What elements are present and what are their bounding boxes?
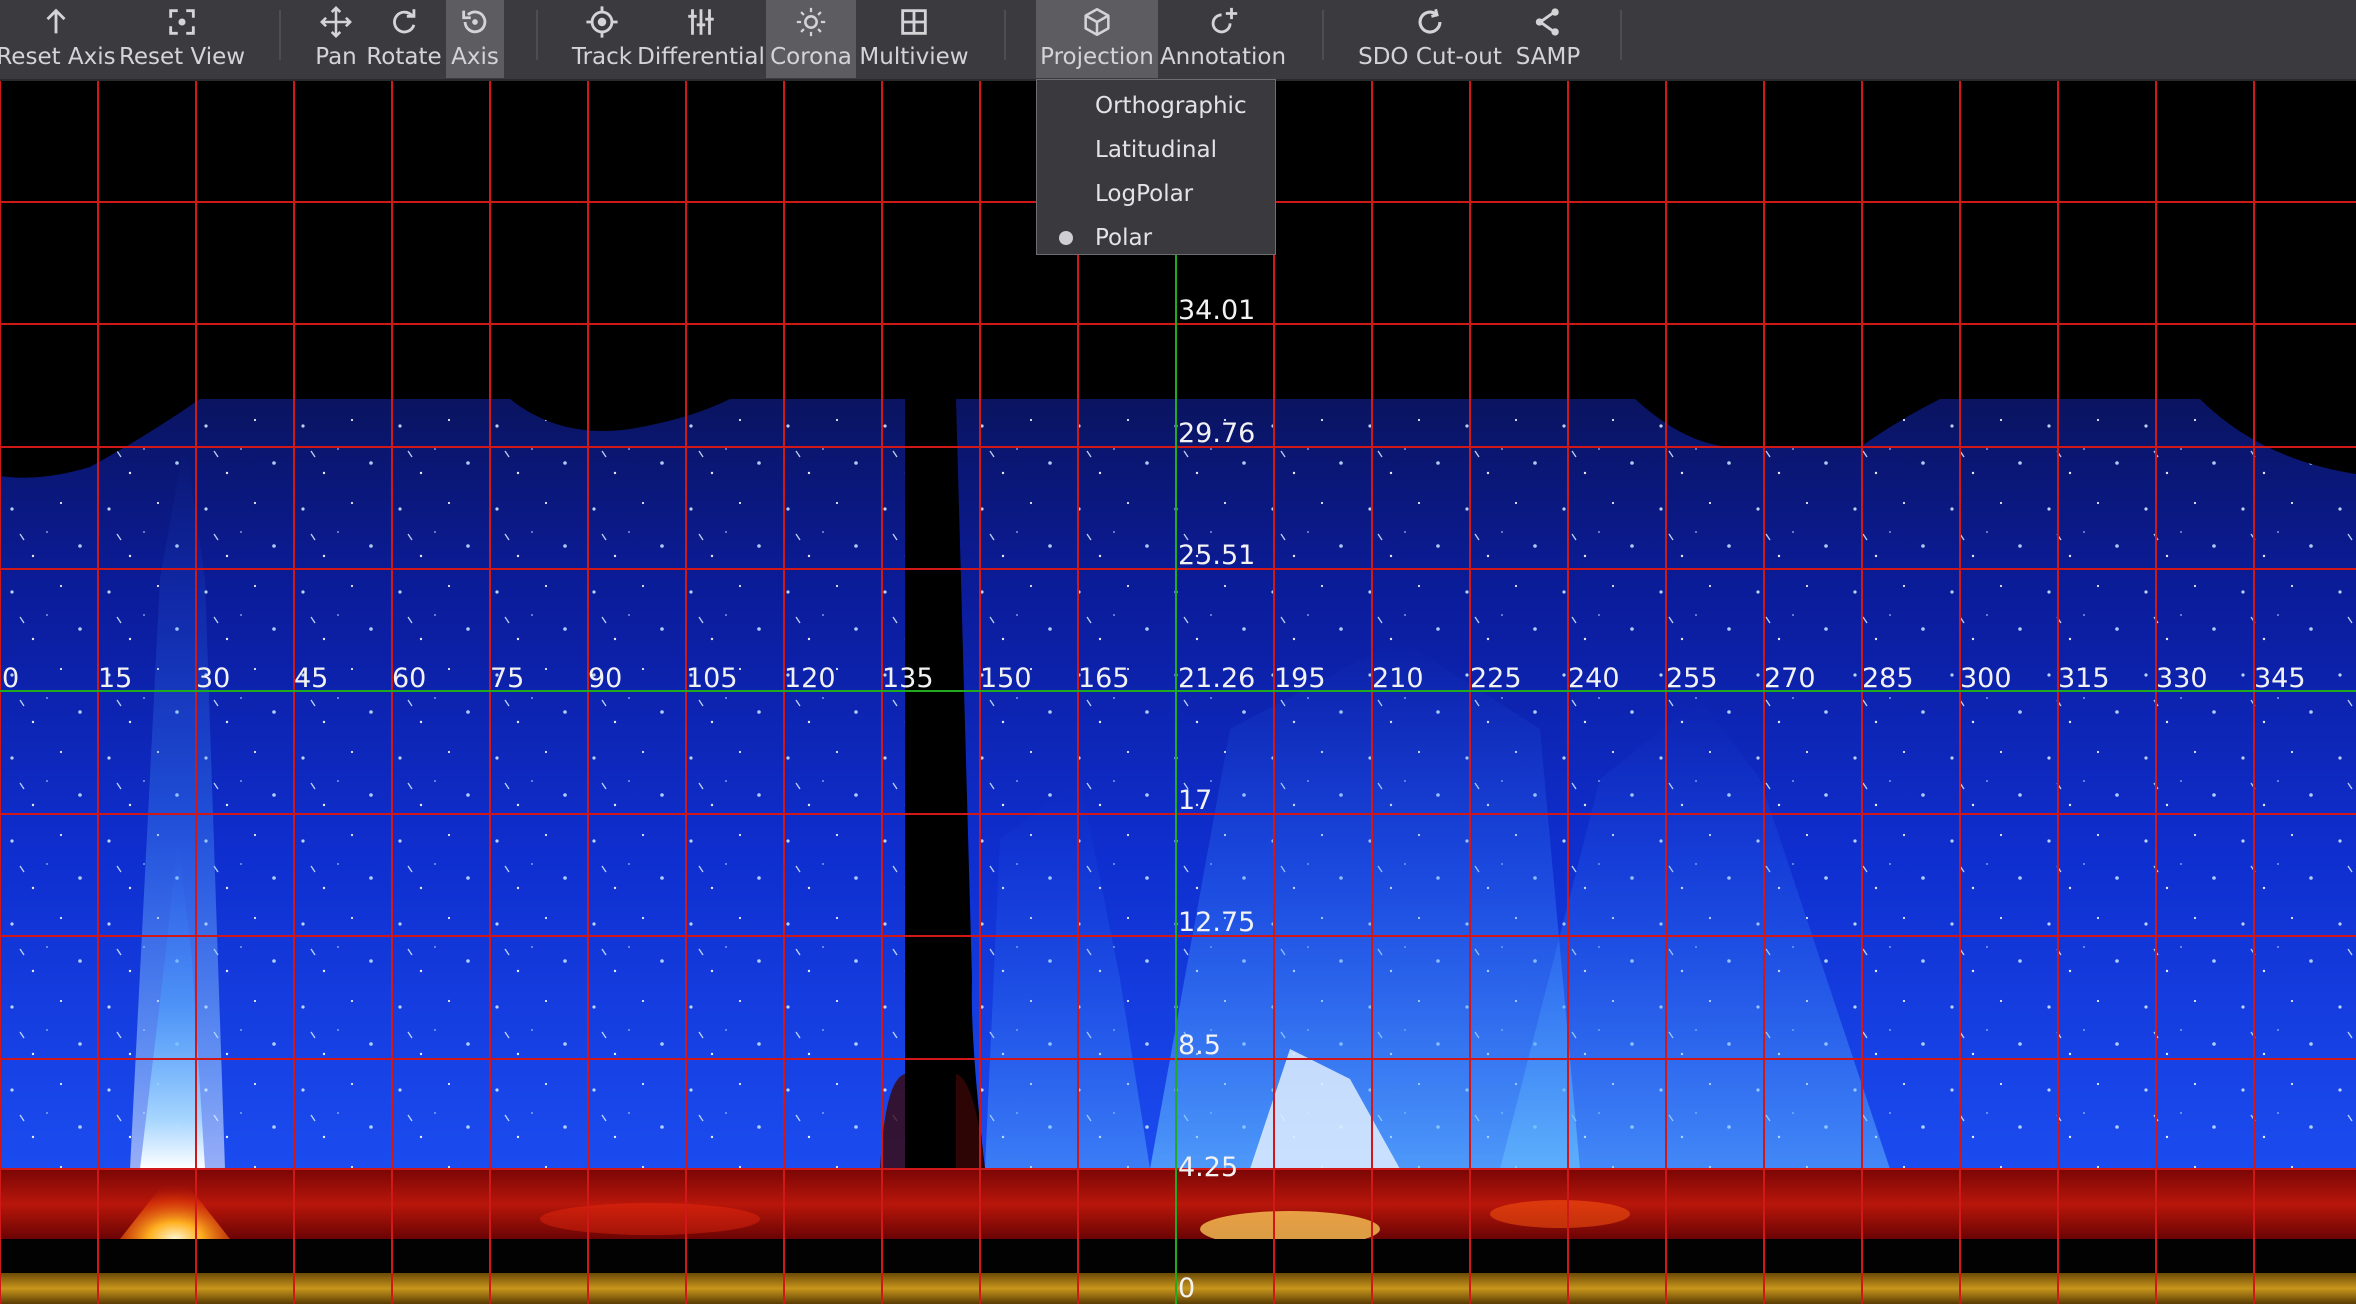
longitude-label: 105 [686,663,738,694]
radius-label: 29.76 [1178,418,1256,449]
radius-label: 12.75 [1178,907,1256,938]
corona-button[interactable]: Corona [766,0,856,78]
pan-label: Pan [315,44,357,70]
share-icon [1508,0,1588,44]
longitude-label: 15 [98,663,133,694]
menu-item-label: Orthographic [1095,93,1247,119]
samp-label: SAMP [1515,44,1581,70]
longitude-label: 30 [196,663,231,694]
axis-label: Axis [451,44,499,70]
longitude-label: 90 [588,663,623,694]
longitude-label: 285 [1862,663,1914,694]
radius-label: 4.25 [1178,1152,1239,1183]
projection-dropdown-menu: Orthographic Latitudinal LogPolar Polar [1036,79,1276,255]
sdo-cutout-button[interactable]: SDO Cut-out [1356,0,1504,78]
longitude-label: 240 [1568,663,1620,694]
longitude-label: 150 [980,663,1032,694]
crosshair-icon [570,0,634,44]
rotate-icon [364,0,444,44]
rotate-button[interactable]: Rotate [364,0,444,78]
reset-axis-button[interactable]: Reset Axis [0,0,116,78]
differential-button[interactable]: Differential [637,0,765,78]
menu-item-label: Polar [1095,225,1153,251]
radius-label: 17 [1178,785,1213,816]
longitude-label: 0 [2,663,20,694]
longitude-label: 45 [294,663,329,694]
toolbar-separator [279,10,281,60]
grid-icon [860,0,968,44]
corona-label: Corona [770,44,852,70]
longitude-label: 120 [784,663,836,694]
longitude-label: 330 [2156,663,2208,694]
sdo-cutout-label: SDO Cut-out [1358,44,1502,70]
longitude-label: 315 [2058,663,2110,694]
center-radius-label: 21.26 [1178,663,1256,694]
differential-label: Differential [637,44,765,70]
longitude-label: 210 [1372,663,1424,694]
toolbar-separator [1004,10,1006,60]
longitude-label: 165 [1078,663,1130,694]
annotation-button[interactable]: Annotation [1160,0,1286,78]
menu-item-label: LogPolar [1095,181,1194,207]
toolbar-separator [1322,10,1324,60]
reset-view-label: Reset View [118,44,246,70]
rotate-label: Rotate [366,44,442,70]
move-arrows-icon [312,0,360,44]
reset-view-button[interactable]: Reset View [118,0,246,78]
menu-item-orthographic[interactable]: Orthographic [1037,84,1275,128]
toolbar-separator [1620,10,1622,60]
longitude-label: 195 [1274,663,1326,694]
menu-item-label: Latitudinal [1095,137,1217,163]
radius-label: 8.5 [1178,1030,1221,1061]
pan-button[interactable]: Pan [312,0,360,78]
samp-button[interactable]: SAMP [1508,0,1588,78]
reset-axis-label: Reset Axis [0,44,116,70]
longitude-label: 60 [392,663,427,694]
main-toolbar: Reset Axis Reset View Pan Rotate Axis Tr… [0,0,2356,81]
cube-icon [1036,0,1158,44]
menu-item-logpolar[interactable]: LogPolar [1037,172,1275,216]
multiview-label: Multiview [859,44,969,70]
polar-projection-view[interactable]: 0 15 30 45 60 75 90 105 120 135 150 165 … [0,79,2356,1304]
menu-item-polar[interactable]: Polar [1037,216,1275,260]
multiview-button[interactable]: Multiview [859,0,969,78]
toolbar-separator [536,10,538,60]
track-button[interactable]: Track [570,0,634,78]
longitude-label: 225 [1470,663,1522,694]
axis-button[interactable]: Axis [446,0,504,78]
radius-label: 34.01 [1178,295,1256,326]
longitude-label: 270 [1764,663,1816,694]
differential-icon [640,0,762,44]
sun-icon [766,0,856,44]
cutout-icon [1356,0,1504,44]
longitude-label: 75 [490,663,525,694]
menu-item-latitudinal[interactable]: Latitudinal [1037,128,1275,172]
annotate-icon [1160,0,1286,44]
projection-button[interactable]: Projection [1036,0,1158,78]
longitude-label: 300 [1960,663,2012,694]
longitude-label: 255 [1666,663,1718,694]
annotation-label: Annotation [1159,44,1287,70]
longitude-label: 135 [882,663,934,694]
radius-label: 25.51 [1178,540,1256,571]
focus-frame-icon [118,0,246,44]
longitude-label: 345 [2254,663,2306,694]
arrow-up-icon [0,0,112,44]
track-label: Track [571,44,633,70]
projection-label: Projection [1040,44,1154,70]
radius-label: 0 [1178,1273,1196,1304]
selected-radio-icon [1059,231,1073,245]
axis-rotate-icon [446,0,504,44]
